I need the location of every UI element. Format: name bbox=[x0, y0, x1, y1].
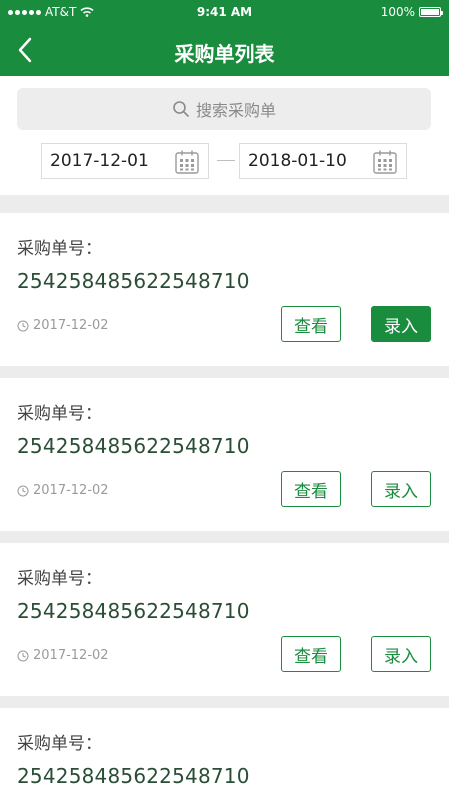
order-card: 采购单号： 254258485622548710 2017-12-02 查看 录… bbox=[0, 543, 449, 696]
date-range: 2017-12-01 2018-01-10 bbox=[41, 143, 407, 179]
order-number: 254258485622548710 bbox=[17, 434, 250, 458]
battery-percent: 100% bbox=[380, 5, 415, 19]
order-label: 采购单号： bbox=[17, 569, 102, 589]
enter-button[interactable]: 录入 bbox=[371, 636, 431, 672]
order-date: 2017-12-02 bbox=[17, 648, 109, 663]
view-button[interactable]: 查看 bbox=[281, 306, 341, 342]
order-number: 254258485622548710 bbox=[17, 269, 250, 293]
order-date-value: 2017-12-02 bbox=[33, 648, 109, 663]
calendar-icon[interactable] bbox=[372, 149, 398, 175]
app-header: AT&T 9:41 AM 100% 采购单列表 bbox=[0, 0, 449, 76]
search-placeholder: 搜索采购单 bbox=[195, 101, 276, 120]
date-separator bbox=[217, 160, 235, 161]
clock-icon bbox=[17, 650, 29, 661]
search-icon bbox=[173, 101, 189, 117]
view-button[interactable]: 查看 bbox=[281, 471, 341, 507]
order-date: 2017-12-02 bbox=[17, 318, 109, 333]
page-title: 采购单列表 bbox=[174, 42, 275, 66]
order-label: 采购单号： bbox=[17, 239, 102, 259]
filter-panel: 搜索采购单 2017-12-01 2018-01-10 bbox=[0, 76, 449, 195]
order-number: 254258485622548710 bbox=[17, 599, 250, 623]
enter-button[interactable]: 录入 bbox=[371, 306, 431, 342]
enter-button[interactable]: 录入 bbox=[371, 471, 431, 507]
start-date-field[interactable]: 2017-12-01 bbox=[41, 143, 209, 179]
order-label: 采购单号： bbox=[17, 734, 102, 754]
end-date-value: 2018-01-10 bbox=[248, 151, 347, 171]
start-date-value: 2017-12-01 bbox=[50, 151, 149, 171]
clock-icon bbox=[17, 320, 29, 331]
nav-bar: 采购单列表 bbox=[0, 24, 449, 76]
order-date: 2017-12-02 bbox=[17, 483, 109, 498]
order-label: 采购单号： bbox=[17, 404, 102, 424]
view-button[interactable]: 查看 bbox=[281, 636, 341, 672]
order-date-value: 2017-12-02 bbox=[33, 483, 109, 498]
search-input[interactable]: 搜索采购单 bbox=[17, 88, 431, 130]
status-bar: AT&T 9:41 AM 100% bbox=[0, 0, 449, 24]
status-right: 100% bbox=[380, 5, 443, 19]
order-card: 采购单号： 254258485622548710 bbox=[0, 708, 449, 800]
order-card: 采购单号： 254258485622548710 2017-12-02 查看 录… bbox=[0, 213, 449, 366]
clock-icon bbox=[17, 485, 29, 496]
order-card: 采购单号： 254258485622548710 2017-12-02 查看 录… bbox=[0, 378, 449, 531]
order-date-value: 2017-12-02 bbox=[33, 318, 109, 333]
calendar-icon[interactable] bbox=[174, 149, 200, 175]
end-date-field[interactable]: 2018-01-10 bbox=[239, 143, 407, 179]
battery-icon bbox=[419, 7, 443, 17]
order-number: 254258485622548710 bbox=[17, 764, 250, 788]
